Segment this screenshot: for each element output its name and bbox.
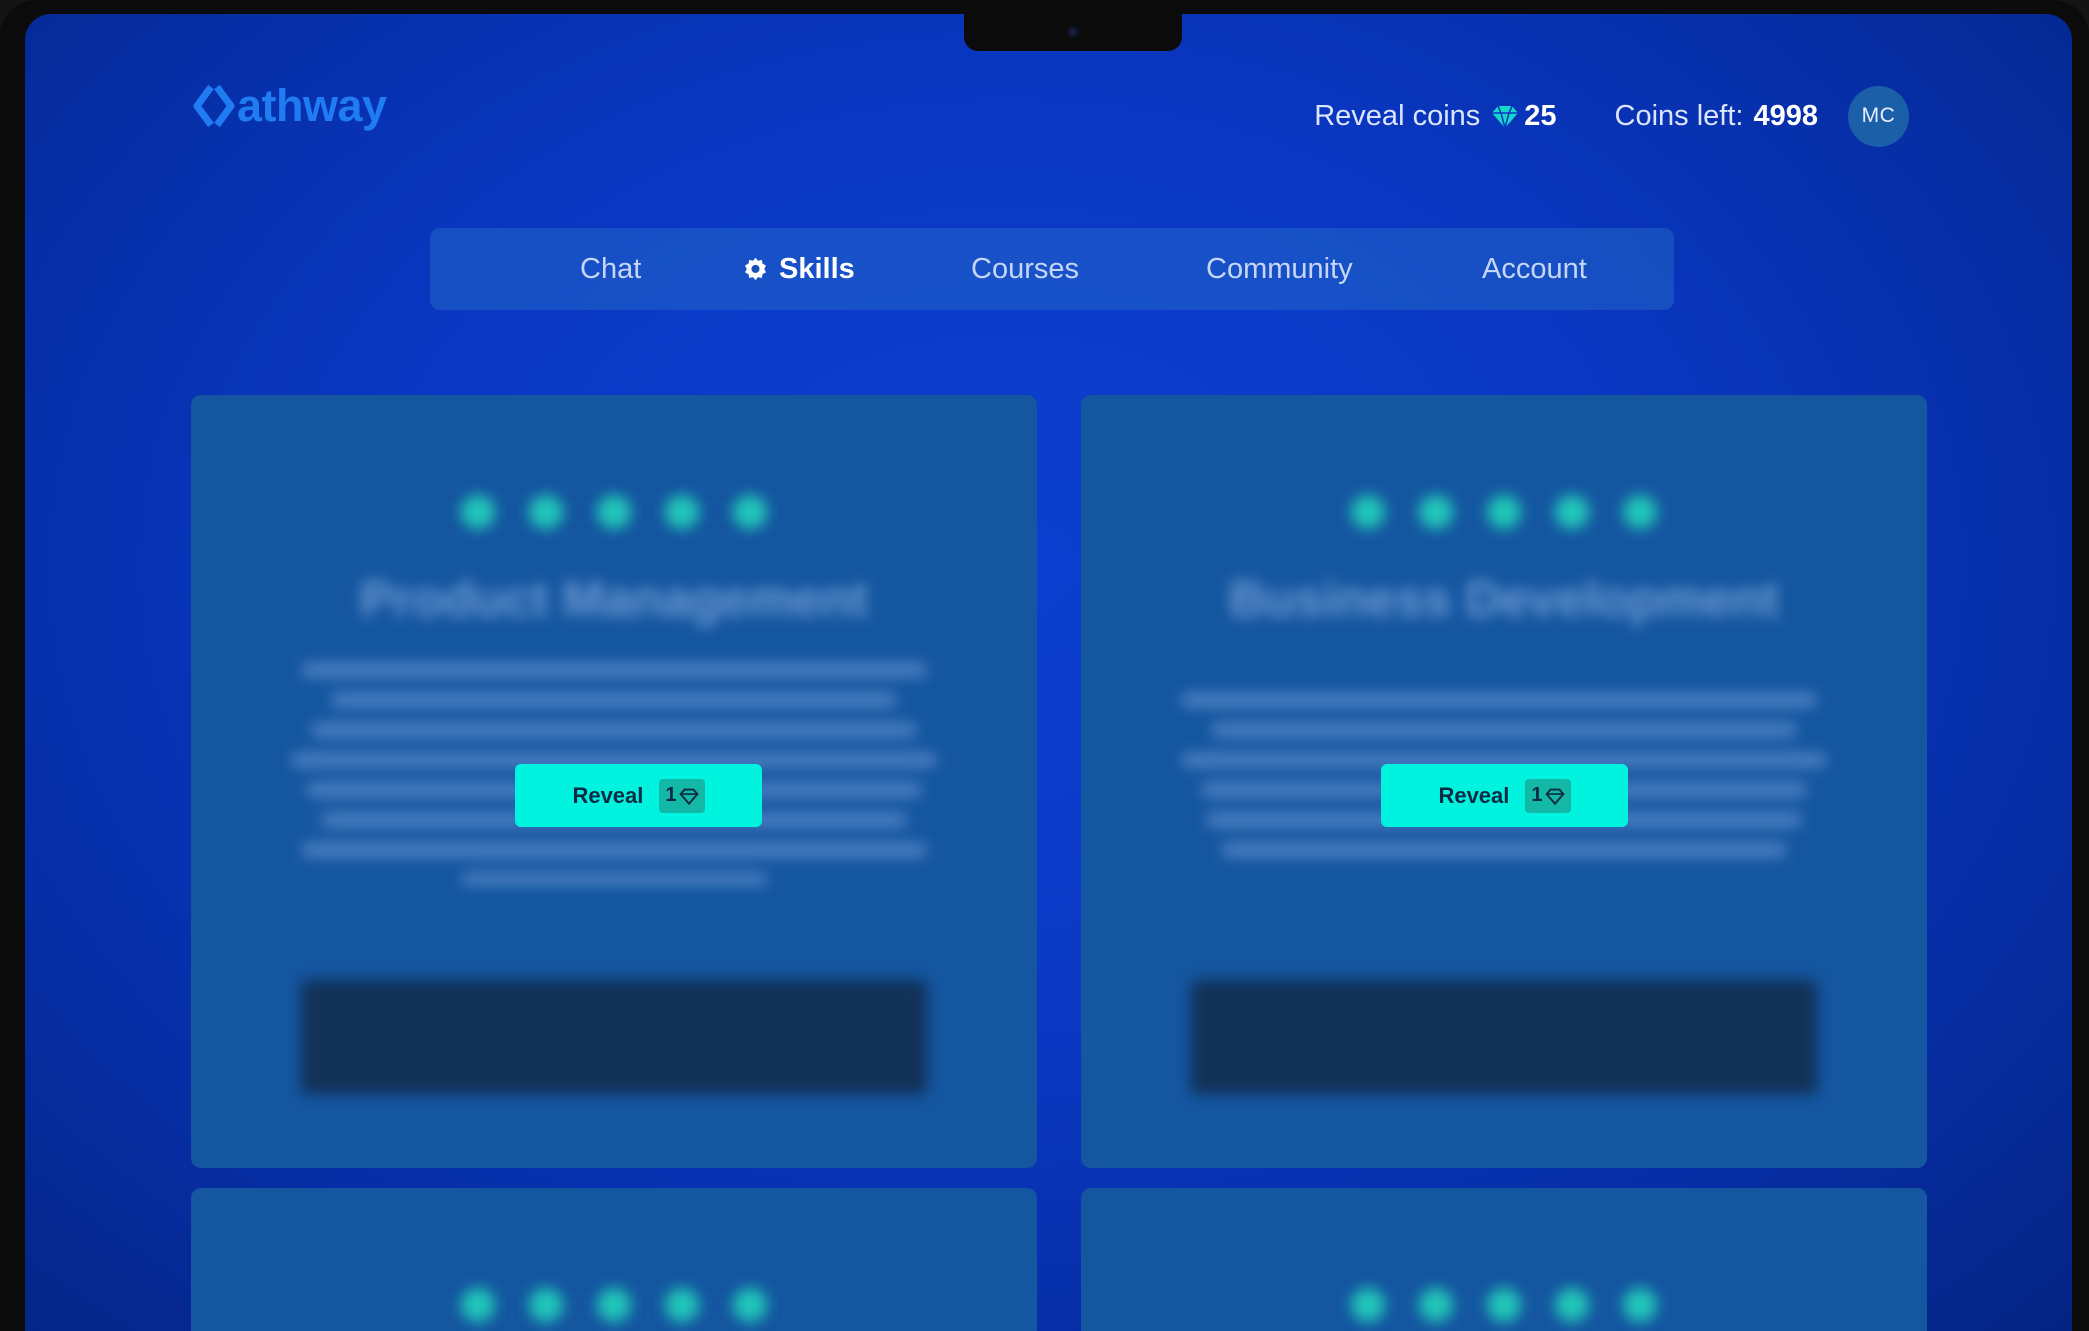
star-icon bbox=[461, 1288, 495, 1322]
star-icon bbox=[665, 1288, 699, 1322]
reveal-cost-badge: 1 bbox=[659, 778, 705, 813]
camera-notch bbox=[964, 14, 1182, 51]
star-icon bbox=[1623, 1288, 1657, 1322]
gem-icon bbox=[1544, 788, 1565, 805]
main-nav: Chat Skills Courses Community Account bbox=[430, 228, 1674, 310]
star-icon bbox=[665, 495, 699, 529]
gear-icon bbox=[745, 257, 766, 280]
tab-label: Community bbox=[1206, 252, 1353, 285]
reveal-coins: Reveal coins 25 bbox=[1314, 100, 1556, 133]
coins-left-label: Coins left: bbox=[1614, 99, 1744, 132]
blurred-content bbox=[191, 1188, 1037, 1331]
star-icon bbox=[733, 495, 767, 529]
laptop-bezel: athway Reveal coins 25 Coins left: 4998 … bbox=[0, 0, 2089, 1331]
skill-card bbox=[1081, 1188, 1927, 1331]
star-icon bbox=[461, 495, 495, 529]
skill-card: Product Management Reveal 1 bbox=[191, 395, 1037, 1168]
star-icon bbox=[1623, 495, 1657, 529]
reveal-label: Reveal bbox=[1438, 782, 1510, 808]
gem-icon bbox=[678, 788, 699, 805]
tab-skills[interactable]: Skills bbox=[742, 228, 855, 310]
reveal-label: Reveal bbox=[572, 782, 644, 808]
card-title: Business Development bbox=[1228, 571, 1780, 627]
star-icon bbox=[1487, 1288, 1521, 1322]
app-screen: athway Reveal coins 25 Coins left: 4998 … bbox=[25, 14, 2072, 1331]
star-icon bbox=[1419, 495, 1453, 529]
header-stats: Reveal coins 25 Coins left: 4998 MC bbox=[1314, 85, 1909, 147]
tab-courses[interactable]: Courses bbox=[971, 228, 1079, 310]
reveal-cost: 1 bbox=[1531, 784, 1543, 806]
coins-left: Coins left: 4998 bbox=[1615, 100, 1818, 133]
logo-wordmark: athway bbox=[237, 80, 387, 131]
rating-stars bbox=[191, 495, 1037, 529]
avatar[interactable]: MC bbox=[1848, 85, 1909, 147]
logo-icon bbox=[193, 84, 235, 128]
star-icon bbox=[597, 1288, 631, 1322]
gem-icon bbox=[1492, 105, 1519, 129]
tab-community[interactable]: Community bbox=[1206, 228, 1353, 310]
camera-icon bbox=[1067, 26, 1079, 38]
coins-left-value: 4998 bbox=[1753, 99, 1818, 132]
tab-label: Chat bbox=[580, 252, 642, 285]
star-icon bbox=[529, 495, 563, 529]
skill-card bbox=[191, 1188, 1037, 1331]
star-icon bbox=[1487, 495, 1521, 529]
tab-account[interactable]: Account bbox=[1482, 228, 1587, 310]
tab-label: Account bbox=[1482, 252, 1587, 285]
card-title: Product Management bbox=[359, 571, 869, 627]
star-icon bbox=[1555, 1288, 1589, 1322]
star-icon bbox=[529, 1288, 563, 1322]
rating-stars bbox=[1081, 495, 1927, 529]
reveal-cost: 1 bbox=[665, 784, 677, 806]
skill-card: Business Development Reveal 1 bbox=[1081, 395, 1927, 1168]
rating-stars bbox=[191, 1288, 1037, 1322]
rating-stars bbox=[1081, 1288, 1927, 1322]
reveal-coins-label: Reveal coins bbox=[1314, 99, 1481, 132]
view-details-button[interactable] bbox=[301, 980, 927, 1094]
star-icon bbox=[1555, 495, 1589, 529]
star-icon bbox=[1419, 1288, 1453, 1322]
tab-label: Courses bbox=[971, 252, 1079, 285]
reveal-cost-badge: 1 bbox=[1525, 778, 1571, 813]
star-icon bbox=[597, 495, 631, 529]
reveal-button[interactable]: Reveal 1 bbox=[1381, 764, 1628, 827]
reveal-coins-value: 25 bbox=[1524, 99, 1557, 132]
tab-label: Skills bbox=[779, 252, 855, 285]
star-icon bbox=[733, 1288, 767, 1322]
star-icon bbox=[1351, 495, 1385, 529]
app-logo[interactable]: athway bbox=[191, 76, 387, 136]
blurred-content bbox=[1081, 1188, 1927, 1331]
star-icon bbox=[1351, 1288, 1385, 1322]
tab-chat[interactable]: Chat bbox=[580, 228, 641, 310]
reveal-button[interactable]: Reveal 1 bbox=[515, 764, 762, 827]
view-details-button[interactable] bbox=[1191, 980, 1817, 1094]
